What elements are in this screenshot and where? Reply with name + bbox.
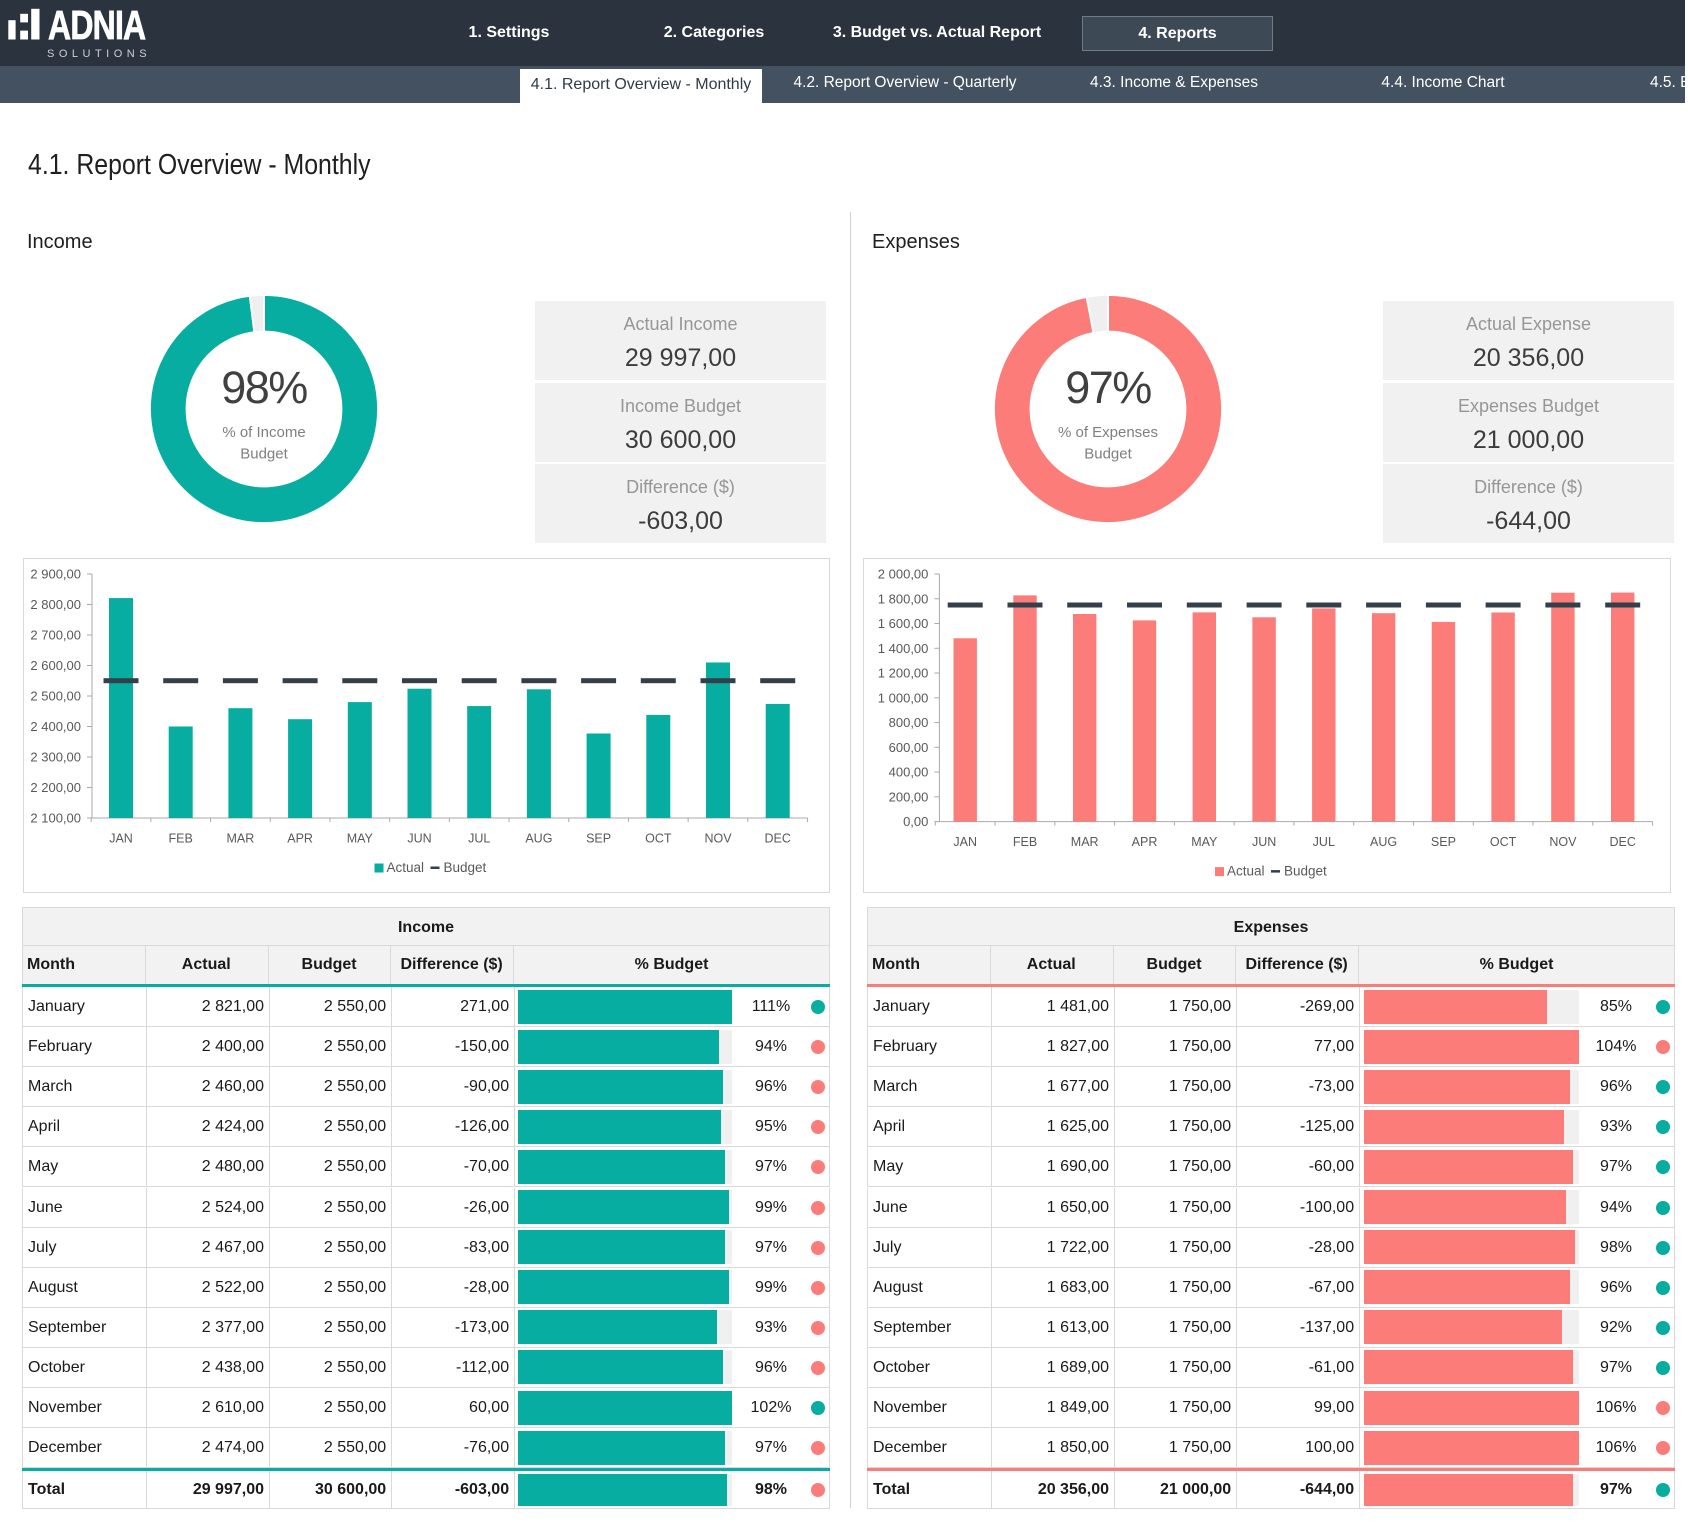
svg-text:JUN: JUN	[1252, 835, 1276, 849]
svg-text:1 600,00: 1 600,00	[878, 616, 929, 631]
svg-text:FEB: FEB	[169, 832, 193, 846]
svg-text:MAR: MAR	[227, 832, 255, 846]
svg-text:MAY: MAY	[1191, 835, 1218, 849]
svg-text:1 200,00: 1 200,00	[878, 666, 929, 681]
svg-text:98%: 98%	[221, 362, 307, 413]
svg-text:2 800,00: 2 800,00	[30, 597, 81, 612]
svg-text:SEP: SEP	[1431, 835, 1456, 849]
svg-text:JUN: JUN	[407, 832, 431, 846]
svg-text:Budget: Budget	[444, 860, 487, 875]
svg-text:AUG: AUG	[525, 832, 552, 846]
svg-text:SEP: SEP	[586, 832, 611, 846]
svg-text:% of Expenses: % of Expenses	[1058, 424, 1158, 441]
svg-text:400,00: 400,00	[889, 765, 929, 780]
svg-text:AUG: AUG	[1370, 835, 1397, 849]
svg-text:JUL: JUL	[1313, 835, 1335, 849]
svg-text:1 000,00: 1 000,00	[878, 690, 929, 705]
svg-text:2 100,00: 2 100,00	[30, 811, 81, 826]
svg-text:JAN: JAN	[953, 835, 977, 849]
svg-text:2 200,00: 2 200,00	[30, 780, 81, 795]
svg-text:DEC: DEC	[1609, 835, 1635, 849]
svg-text:Budget: Budget	[1284, 864, 1327, 879]
svg-text:MAR: MAR	[1071, 835, 1099, 849]
svg-text:Actual: Actual	[1227, 864, 1265, 879]
svg-text:800,00: 800,00	[889, 715, 929, 730]
svg-text:2 600,00: 2 600,00	[30, 658, 81, 673]
svg-text:OCT: OCT	[1490, 835, 1517, 849]
svg-text:2 000,00: 2 000,00	[878, 567, 929, 582]
svg-text:% of Income: % of Income	[222, 424, 305, 441]
svg-text:2 500,00: 2 500,00	[30, 689, 81, 704]
svg-text:MAY: MAY	[347, 832, 374, 846]
svg-text:NOV: NOV	[704, 832, 732, 846]
svg-text:OCT: OCT	[645, 832, 672, 846]
svg-text:APR: APR	[1132, 835, 1158, 849]
svg-text:200,00: 200,00	[889, 789, 929, 804]
svg-text:97%: 97%	[1065, 362, 1151, 413]
svg-text:1 800,00: 1 800,00	[878, 591, 929, 606]
svg-text:FEB: FEB	[1013, 835, 1037, 849]
svg-text:Actual: Actual	[387, 860, 425, 875]
svg-text:1 400,00: 1 400,00	[878, 641, 929, 656]
svg-text:DEC: DEC	[764, 832, 790, 846]
svg-text:JUL: JUL	[468, 832, 490, 846]
svg-text:600,00: 600,00	[889, 740, 929, 755]
svg-text:NOV: NOV	[1549, 835, 1577, 849]
svg-text:0,00: 0,00	[903, 814, 928, 829]
svg-text:2 400,00: 2 400,00	[30, 719, 81, 734]
svg-text:APR: APR	[287, 832, 313, 846]
svg-text:2 300,00: 2 300,00	[30, 750, 81, 765]
svg-text:JAN: JAN	[109, 832, 133, 846]
svg-text:2 700,00: 2 700,00	[30, 628, 81, 643]
svg-text:2 900,00: 2 900,00	[30, 567, 81, 582]
svg-text:Budget: Budget	[1084, 446, 1132, 463]
svg-text:Budget: Budget	[240, 446, 288, 463]
